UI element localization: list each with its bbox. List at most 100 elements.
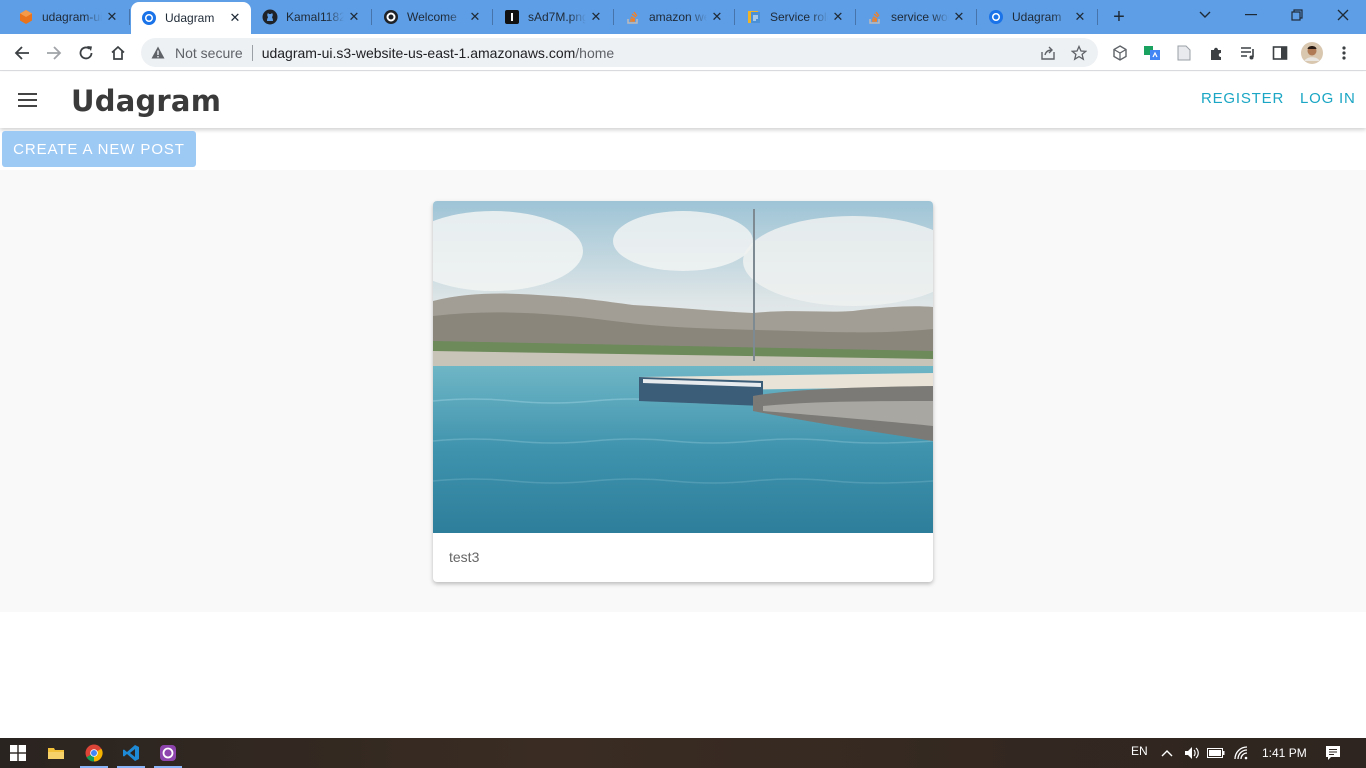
tray-overflow-button[interactable] xyxy=(1155,741,1179,765)
close-icon[interactable]: ✕ xyxy=(949,7,969,27)
extension-translate-button[interactable] xyxy=(1139,40,1165,66)
cube-icon xyxy=(1113,45,1127,61)
register-link[interactable]: REGISTER xyxy=(1201,90,1284,107)
tab-divider xyxy=(1097,9,1098,25)
browser-tab-udagram-ui[interactable]: udagram-ui ✕ xyxy=(8,0,128,34)
security-label[interactable]: Not secure xyxy=(175,45,243,61)
windows-start-button[interactable] xyxy=(6,741,30,765)
login-link[interactable]: LOG IN xyxy=(1300,90,1356,107)
chevron-down-icon xyxy=(1199,11,1211,18)
create-post-button[interactable]: CREATE A NEW POST xyxy=(2,131,196,167)
browser-tab-welcome[interactable]: Welcome ✕ xyxy=(373,0,491,34)
url-host: udagram-ui.s3-website-us-east-1.amazonaw… xyxy=(261,44,576,61)
side-panel-button[interactable] xyxy=(1267,40,1293,66)
close-window-button[interactable] xyxy=(1320,0,1366,30)
close-icon[interactable]: ✕ xyxy=(465,7,485,27)
new-tab-button[interactable]: + xyxy=(1108,6,1130,28)
volume-button[interactable] xyxy=(1180,741,1204,765)
browser-tab-service-worker[interactable]: service worker ✕ xyxy=(857,0,975,34)
close-icon[interactable]: ✕ xyxy=(586,7,606,27)
side-panel-icon xyxy=(1272,46,1288,60)
extensions-button[interactable] xyxy=(1203,40,1229,66)
minimize-icon xyxy=(1245,14,1257,16)
vscode-icon xyxy=(123,745,139,761)
close-icon[interactable]: ✕ xyxy=(707,7,727,27)
browser-tab-service-role[interactable]: Service role ✕ xyxy=(736,0,854,34)
browser-toolbar: Not secure udagram-ui.s3-website-us-east… xyxy=(0,34,1366,71)
tab-divider xyxy=(855,9,856,25)
media-controls-button[interactable] xyxy=(1235,40,1261,66)
tab-divider xyxy=(613,9,614,25)
bookmark-star-icon[interactable] xyxy=(1070,44,1088,62)
reload-icon xyxy=(79,46,93,60)
tab-search-button[interactable] xyxy=(1182,0,1228,30)
tab-divider xyxy=(492,9,493,25)
tab-divider xyxy=(371,9,372,25)
reload-button[interactable] xyxy=(73,40,99,66)
image-icon xyxy=(504,9,520,25)
wifi-button[interactable] xyxy=(1229,741,1253,765)
aws-docs-icon xyxy=(746,9,762,25)
tab-title: amazon web xyxy=(649,10,707,24)
translate-icon xyxy=(1144,46,1160,60)
profile-avatar[interactable] xyxy=(1299,40,1325,66)
home-button[interactable] xyxy=(105,40,131,66)
github-desktop-icon xyxy=(160,745,176,761)
extension-page-button[interactable] xyxy=(1171,40,1197,66)
vscode-taskbar-button[interactable] xyxy=(119,741,143,765)
github-desktop-button[interactable] xyxy=(156,741,180,765)
close-icon[interactable]: ✕ xyxy=(344,7,364,27)
restore-icon xyxy=(1291,9,1303,21)
tab-title: sAd7M.png xyxy=(528,10,586,24)
browser-tab-image[interactable]: sAd7M.png ✕ xyxy=(494,0,612,34)
kebab-menu-icon xyxy=(1342,46,1346,60)
system-clock[interactable]: 1:41 PM xyxy=(1262,746,1307,760)
input-language[interactable]: EN xyxy=(1131,744,1148,758)
speaker-icon xyxy=(1185,747,1199,759)
share-icon[interactable] xyxy=(1039,44,1057,62)
notification-icon xyxy=(1326,746,1340,760)
playlist-icon xyxy=(1241,47,1254,60)
hamburger-menu-icon[interactable] xyxy=(16,88,40,112)
avatar-icon xyxy=(1301,42,1323,64)
post-card: test3 xyxy=(433,201,933,582)
browser-tab-udagram-active[interactable]: Udagram ✕ xyxy=(131,2,251,34)
browser-menu-button[interactable] xyxy=(1331,40,1357,66)
angular-app-icon xyxy=(988,9,1004,25)
close-icon[interactable]: ✕ xyxy=(828,7,848,27)
tab-divider xyxy=(734,9,735,25)
browser-tab-github[interactable]: Kamal1182 ✕ xyxy=(252,0,370,34)
puzzle-icon xyxy=(1211,47,1221,60)
close-icon xyxy=(1337,9,1349,21)
folder-icon xyxy=(48,748,64,759)
file-explorer-button[interactable] xyxy=(44,741,68,765)
post-image xyxy=(433,201,933,533)
chrome-taskbar-button[interactable] xyxy=(82,741,106,765)
warning-icon[interactable] xyxy=(151,45,167,61)
url-path: /home xyxy=(575,44,615,61)
browser-tab-strip: udagram-ui ✕ Udagram ✕ Kamal1182 ✕ Welco… xyxy=(0,0,1366,34)
browser-tab-udagram-2[interactable]: Udagram ✕ xyxy=(978,0,1096,34)
extension-cube-button[interactable] xyxy=(1107,40,1133,66)
document-icon xyxy=(1177,45,1191,61)
browser-tab-amazon-web[interactable]: amazon web ✕ xyxy=(615,0,733,34)
close-icon[interactable]: ✕ xyxy=(102,7,122,27)
battery-button[interactable] xyxy=(1204,741,1228,765)
forward-button[interactable] xyxy=(41,40,67,66)
close-icon[interactable]: ✕ xyxy=(225,8,245,28)
tab-title: Welcome xyxy=(407,10,457,24)
address-bar[interactable]: Not secure udagram-ui.s3-website-us-east… xyxy=(141,38,1098,67)
circle-app-icon xyxy=(383,9,399,25)
stackoverflow-icon xyxy=(867,9,883,25)
wifi-icon xyxy=(1234,746,1248,760)
battery-icon xyxy=(1207,748,1225,758)
tab-title: Udagram xyxy=(1012,10,1062,24)
close-icon[interactable]: ✕ xyxy=(1070,7,1090,27)
app-brand[interactable]: Udagram xyxy=(71,84,221,118)
minimize-button[interactable] xyxy=(1228,0,1274,30)
windows-logo-icon xyxy=(10,745,26,761)
action-center-button[interactable] xyxy=(1321,741,1345,765)
back-button[interactable] xyxy=(9,40,35,66)
restore-button[interactable] xyxy=(1274,0,1320,30)
post-caption: test3 xyxy=(449,549,480,565)
